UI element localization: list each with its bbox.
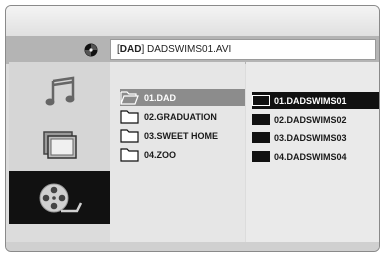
file-label: 01.DADSWIMS01 <box>274 95 347 106</box>
disc-icon <box>84 43 98 57</box>
folder-label: 01.DAD <box>144 92 177 103</box>
current-path: [DAD] DADSWIMS01.AVI <box>110 39 376 60</box>
folder-icon <box>120 148 139 162</box>
folder-item[interactable]: 03.SWEET HOME <box>120 127 245 144</box>
video-file-icon <box>252 95 270 106</box>
media-browser-window: [DAD] DADSWIMS01.AVI 01.DAD 02.GRADUATIO… <box>5 5 380 252</box>
folder-label: 03.SWEET HOME <box>144 130 219 141</box>
path-file: DADSWIMS01.AVI <box>147 44 232 55</box>
file-label: 03.DADSWIMS03 <box>274 132 347 143</box>
title-bar <box>6 6 379 36</box>
music-note-icon <box>45 76 74 105</box>
open-folder-icon <box>120 91 139 105</box>
folder-label: 04.ZOO <box>144 149 177 160</box>
folder-item[interactable]: 04.ZOO <box>120 146 245 163</box>
status-bar <box>6 242 379 251</box>
photo-icon <box>42 130 77 159</box>
folder-item[interactable]: 01.DAD <box>120 89 245 106</box>
file-label: 02.DADSWIMS02 <box>274 114 347 125</box>
path-folder: DAD <box>119 44 142 55</box>
file-item[interactable]: 03.DADSWIMS03 <box>252 129 379 146</box>
file-item[interactable]: 04.DADSWIMS04 <box>252 148 379 165</box>
folder-list: 01.DAD 02.GRADUATION 03.SWEET HOME 04.ZO… <box>110 62 245 242</box>
folder-item[interactable]: 02.GRADUATION <box>120 108 245 125</box>
file-item[interactable]: 02.DADSWIMS02 <box>252 111 379 128</box>
folder-label: 02.GRADUATION <box>144 111 217 122</box>
file-list: 01.DADSWIMS01 02.DADSWIMS02 03.DADSWIMS0… <box>246 62 379 242</box>
category-photo[interactable] <box>9 118 110 171</box>
category-music[interactable] <box>9 65 110 118</box>
file-label: 04.DADSWIMS04 <box>274 151 347 162</box>
category-video[interactable] <box>9 171 110 224</box>
file-item[interactable]: 01.DADSWIMS01 <box>252 92 379 109</box>
video-file-icon <box>252 114 270 125</box>
folder-icon <box>120 129 139 143</box>
film-reel-icon <box>39 183 82 212</box>
video-file-icon <box>252 151 270 162</box>
category-panel <box>9 62 110 224</box>
folder-icon <box>120 110 139 124</box>
video-file-icon <box>252 132 270 143</box>
